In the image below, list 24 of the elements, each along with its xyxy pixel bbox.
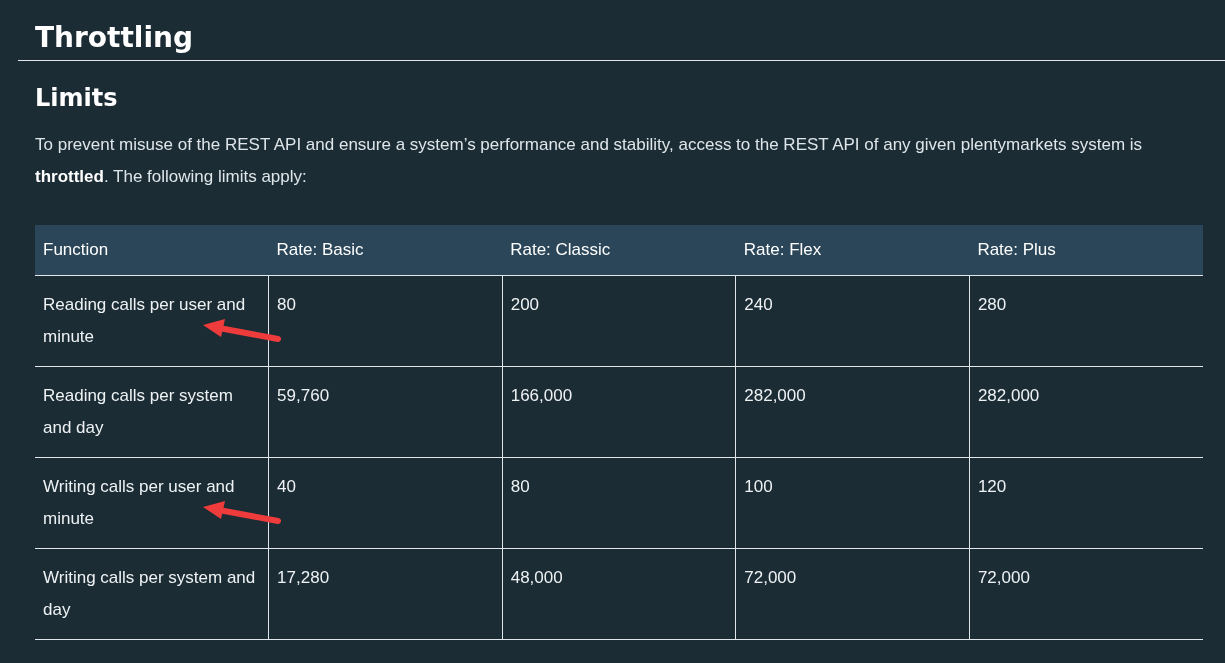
intro-paragraph: To prevent misuse of the REST API and ensure a system’s performance and stability, access to the REST API of any given plentymarkets system is throttled. The following limits apply:	[35, 134, 1144, 188]
table-cell: 59,760	[268, 366, 503, 458]
section-heading: Limits	[35, 83, 119, 114]
arrow-annotation-icon	[201, 318, 281, 344]
table-cell: Reading calls per system and day	[35, 366, 269, 458]
table-cell: 200	[502, 275, 736, 367]
column-header: Rate: Basic	[268, 225, 503, 276]
column-header: Function	[35, 225, 269, 276]
table-cell: 48,000	[502, 548, 736, 640]
column-header: Rate: Plus	[969, 225, 1203, 276]
table-cell: 240	[735, 275, 970, 367]
table-cell: 166,000	[502, 366, 736, 458]
table-cell: 72,000	[735, 548, 970, 640]
column-header: Rate: Classic	[502, 225, 736, 276]
table-cell: 17,280	[268, 548, 503, 640]
arrow-annotation-icon	[201, 500, 281, 526]
table-cell: 100	[735, 457, 970, 549]
page-heading: Throttling	[18, 20, 1225, 61]
table-cell: Writing calls per system and day	[35, 548, 269, 640]
column-header: Rate: Flex	[735, 225, 970, 276]
table-cell: 282,000	[735, 366, 970, 458]
table-cell: 80	[502, 457, 736, 549]
table-cell: 40	[268, 457, 503, 549]
table-cell: 80	[268, 275, 503, 367]
